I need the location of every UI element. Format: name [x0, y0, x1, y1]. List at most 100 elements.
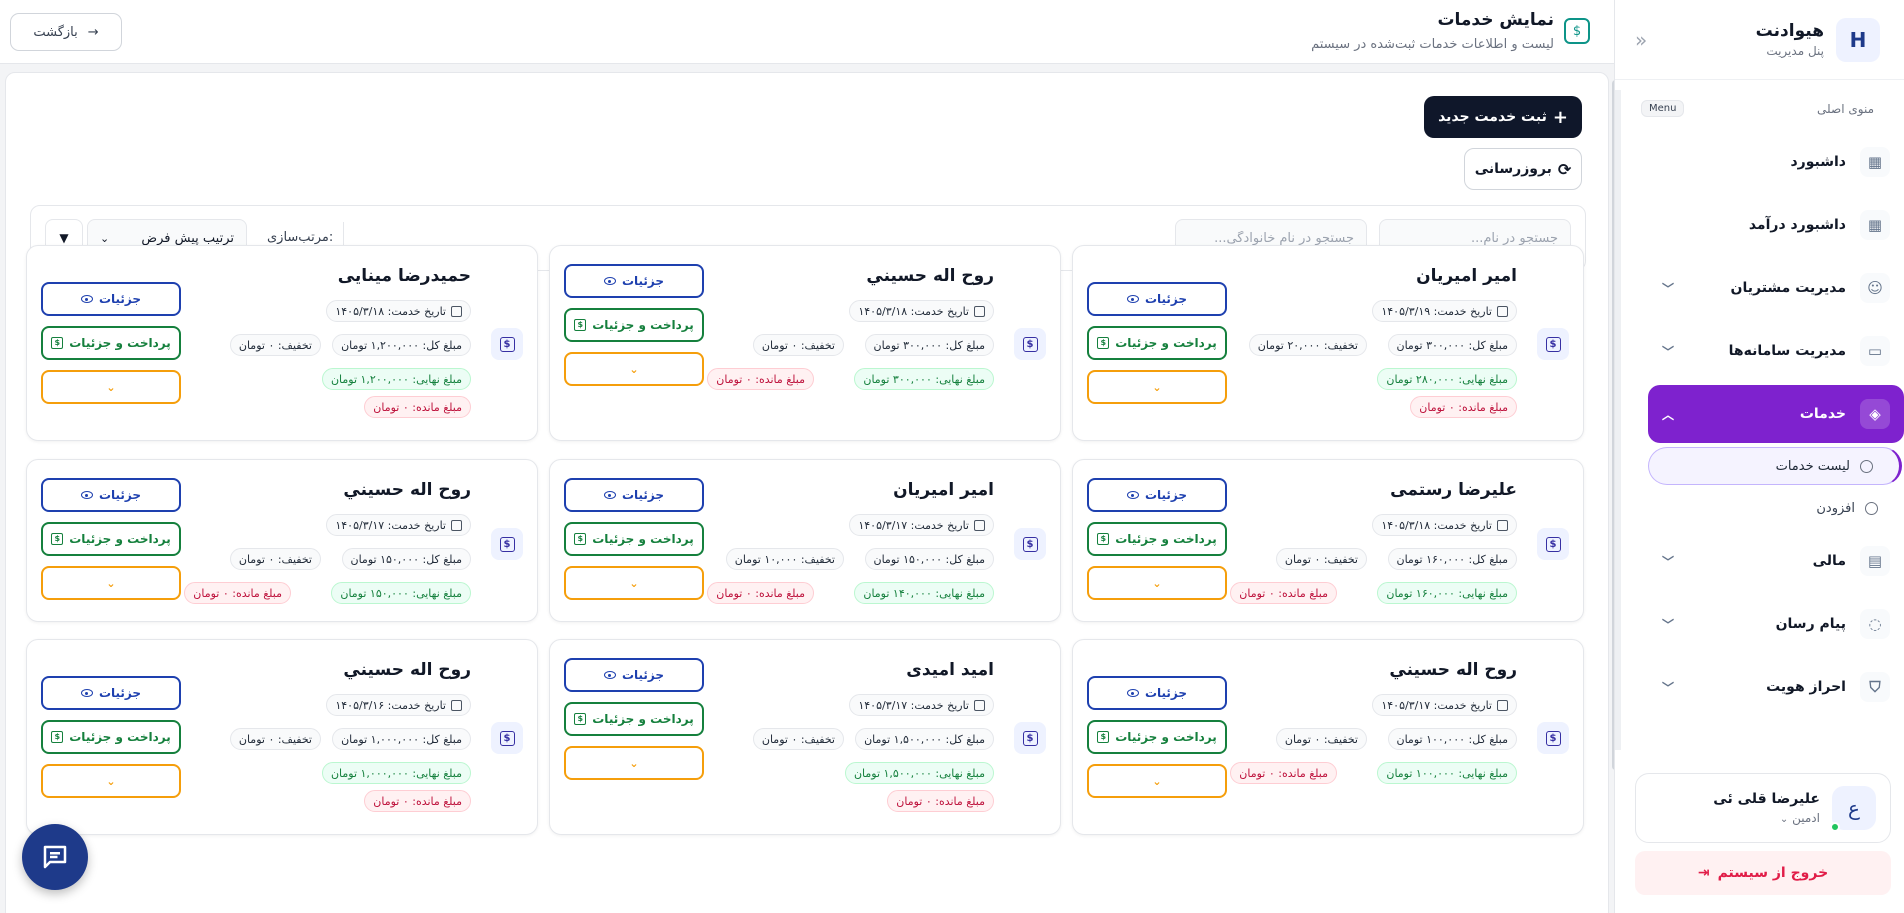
sidebar-item-label: داشبورد درآمد [1748, 217, 1846, 233]
remaining-amount: مبلغ مانده: ۰ تومان [707, 368, 814, 390]
expand-button[interactable]: ⌄ [41, 566, 181, 600]
details-button[interactable]: جزئیات [41, 676, 181, 710]
sidebar-subitem-label: لیست خدمات [1775, 458, 1850, 474]
final-amount: مبلغ نهایی: ۲۸۰,۰۰۰ تومان [1377, 368, 1517, 390]
sidebar-item-7[interactable]: ⛉ احراز هویت ﹀ [1648, 658, 1904, 716]
dollar-square-icon: $ [574, 713, 587, 725]
pay-details-button[interactable]: پرداخت و جزئیات $ [564, 702, 704, 736]
details-button[interactable]: جزئیات [1087, 282, 1227, 316]
document-icon: ▤ [1860, 546, 1890, 576]
expand-button[interactable]: ⌄ [564, 352, 704, 386]
sidebar-scrollbar[interactable] [1615, 90, 1621, 750]
user-card[interactable]: ع علیرضا قلی ئی ادمین ⌄ [1635, 773, 1891, 843]
pay-details-button[interactable]: پرداخت و جزئیات $ [1087, 522, 1227, 556]
eye-icon [603, 671, 616, 679]
users-icon: ☺ [1860, 273, 1890, 303]
sidebar-item-3[interactable]: ▭ مدیریت سامانه‌ها ﹀ [1648, 322, 1904, 380]
pay-details-button[interactable]: پرداخت و جزئیات $ [564, 522, 704, 556]
final-amount: مبلغ نهایی: ۱۶۰,۰۰۰ تومان [1377, 582, 1517, 604]
expand-button[interactable]: ⌄ [1087, 566, 1227, 600]
plus-icon: + [1552, 106, 1568, 128]
details-button[interactable]: جزئیات [1087, 676, 1227, 710]
expand-button[interactable]: ⌄ [41, 764, 181, 798]
dollar-square-icon: $ [574, 319, 587, 331]
sidebar-subitem-1[interactable]: افزودن [1648, 489, 1904, 527]
pay-details-button[interactable]: پرداخت و جزئیات $ [1087, 326, 1227, 360]
total-amount: مبلغ کل: ۱۰۰,۰۰۰ تومان [1387, 728, 1517, 750]
customer-name: علیرضا رستمی [1390, 480, 1517, 500]
calendar-icon [451, 305, 462, 317]
remaining-amount: مبلغ مانده: ۰ تومان [364, 396, 471, 418]
chevron-down-icon: ﹀ [1662, 554, 1675, 569]
expand-button[interactable]: ⌄ [1087, 764, 1227, 798]
discount-amount: تخفیف: ۰ تومان [752, 334, 844, 356]
sidebar-item-label: مدیریت سامانه‌ها [1728, 343, 1846, 359]
expand-button[interactable]: ⌄ [1087, 370, 1227, 404]
sidebar-nav: ▦ داشبورد ▦ داشبورد درآمد ☺ مدیریت مشتری… [1648, 128, 1904, 716]
chevron-down-icon: ⌄ [1152, 380, 1162, 394]
calendar-icon [451, 519, 462, 531]
customer-name: امید امیدی [906, 660, 994, 680]
details-button[interactable]: جزئیات [41, 478, 181, 512]
menu-title: منوی اصلی [1817, 101, 1874, 116]
discount-amount: تخفیف: ۱۰,۰۰۰ تومان [725, 548, 844, 570]
details-button[interactable]: جزئیات [1087, 478, 1227, 512]
total-amount: مبلغ کل: ۱,۲۰۰,۰۰۰ تومان [332, 334, 471, 356]
dollar-square-icon: $ [1014, 328, 1046, 360]
logout-button[interactable]: خروج از سیستم ⇥ [1635, 851, 1891, 895]
pay-details-button[interactable]: پرداخت و جزئیات $ [1087, 720, 1227, 754]
remaining-amount: مبلغ مانده: ۰ تومان [1230, 762, 1337, 784]
refresh-button[interactable]: ⟳ بروزرسانی [1464, 148, 1582, 190]
expand-button[interactable]: ⌄ [41, 370, 181, 404]
back-button[interactable]: بازگشت → [10, 13, 122, 51]
window-icon: ▭ [1860, 336, 1890, 366]
sidebar-item-0[interactable]: ▦ داشبورد [1648, 133, 1904, 191]
expand-button[interactable]: ⌄ [564, 746, 704, 780]
pay-details-button[interactable]: پرداخت و جزئیات $ [41, 326, 181, 360]
dollar-square-icon: $ [1014, 722, 1046, 754]
sidebar-item-4[interactable]: ◈ خدمات ︿ [1648, 385, 1904, 443]
service-card: $ روح اله حسيني تاریخ خدمت: ۱۴۰۵/۳/۱۶ مب… [26, 639, 538, 835]
calendar-icon [974, 699, 985, 711]
service-date: تاریخ خدمت: ۱۴۰۵/۳/۱۸ [849, 300, 994, 322]
sidebar-item-1[interactable]: ▦ داشبورد درآمد [1648, 196, 1904, 254]
sidebar-item-label: مدیریت مشتریان [1730, 280, 1846, 296]
pay-details-button[interactable]: پرداخت و جزئیات $ [41, 522, 181, 556]
dollar-square-icon: $ [1014, 528, 1046, 560]
new-service-button[interactable]: + ثبت خدمت جدید [1424, 96, 1582, 138]
sidebar-item-2[interactable]: ☺ مدیریت مشتریان ﹀ [1648, 259, 1904, 317]
remaining-amount: مبلغ مانده: ۰ تومان [1230, 582, 1337, 604]
service-card: $ امیر امیریان تاریخ خدمت: ۱۴۰۵/۳/۱۷ مبل… [549, 459, 1061, 622]
user-role: ادمین ⌄ [1779, 811, 1820, 825]
chevron-down-icon: ⌄ [629, 362, 639, 376]
pay-details-button[interactable]: پرداخت و جزئیات $ [564, 308, 704, 342]
service-card: $ امید امیدی تاریخ خدمت: ۱۴۰۵/۳/۱۷ مبلغ … [549, 639, 1061, 835]
expand-button[interactable]: ⌄ [564, 566, 704, 600]
pay-details-button[interactable]: پرداخت و جزئیات $ [41, 720, 181, 754]
customer-name: روح اله حسيني [1389, 660, 1517, 680]
calendar-icon [1497, 699, 1508, 711]
sidebar-item-5[interactable]: ▤ مالی ﹀ [1648, 532, 1904, 590]
details-button[interactable]: جزئیات [564, 478, 704, 512]
discount-amount: تخفیف: ۲۰,۰۰۰ تومان [1248, 334, 1367, 356]
avatar: ع [1830, 786, 1876, 832]
sidebar-subitem-0[interactable]: لیست خدمات [1648, 447, 1902, 485]
dollar-square-icon: $ [1097, 731, 1110, 743]
dollar-square-icon: $ [51, 337, 64, 349]
logout-label: خروج از سیستم [1717, 865, 1829, 881]
eye-icon [603, 491, 616, 499]
final-amount: مبلغ نهایی: ۱,۵۰۰,۰۰۰ تومان [844, 762, 994, 784]
arrow-right-icon: → [87, 24, 99, 40]
details-button[interactable]: جزئیات [564, 264, 704, 298]
eye-icon [1126, 295, 1139, 303]
details-button[interactable]: جزئیات [564, 658, 704, 692]
sidebar-item-6[interactable]: ◌ پیام رسان ﹀ [1648, 595, 1904, 653]
collapse-sidebar-icon[interactable]: « [1635, 28, 1647, 52]
final-amount: مبلغ نهایی: ۱۴۰,۰۰۰ تومان [854, 582, 994, 604]
sidebar-item-label: احراز هویت [1766, 679, 1846, 695]
details-button[interactable]: جزئیات [41, 282, 181, 316]
main-panel: + ثبت خدمت جدید ⟳ بروزرسانی مرتب‌سازی: ت… [5, 72, 1609, 913]
chat-fab-button[interactable] [22, 824, 88, 890]
remaining-amount: مبلغ مانده: ۰ تومان [364, 790, 471, 812]
eye-icon [1126, 491, 1139, 499]
